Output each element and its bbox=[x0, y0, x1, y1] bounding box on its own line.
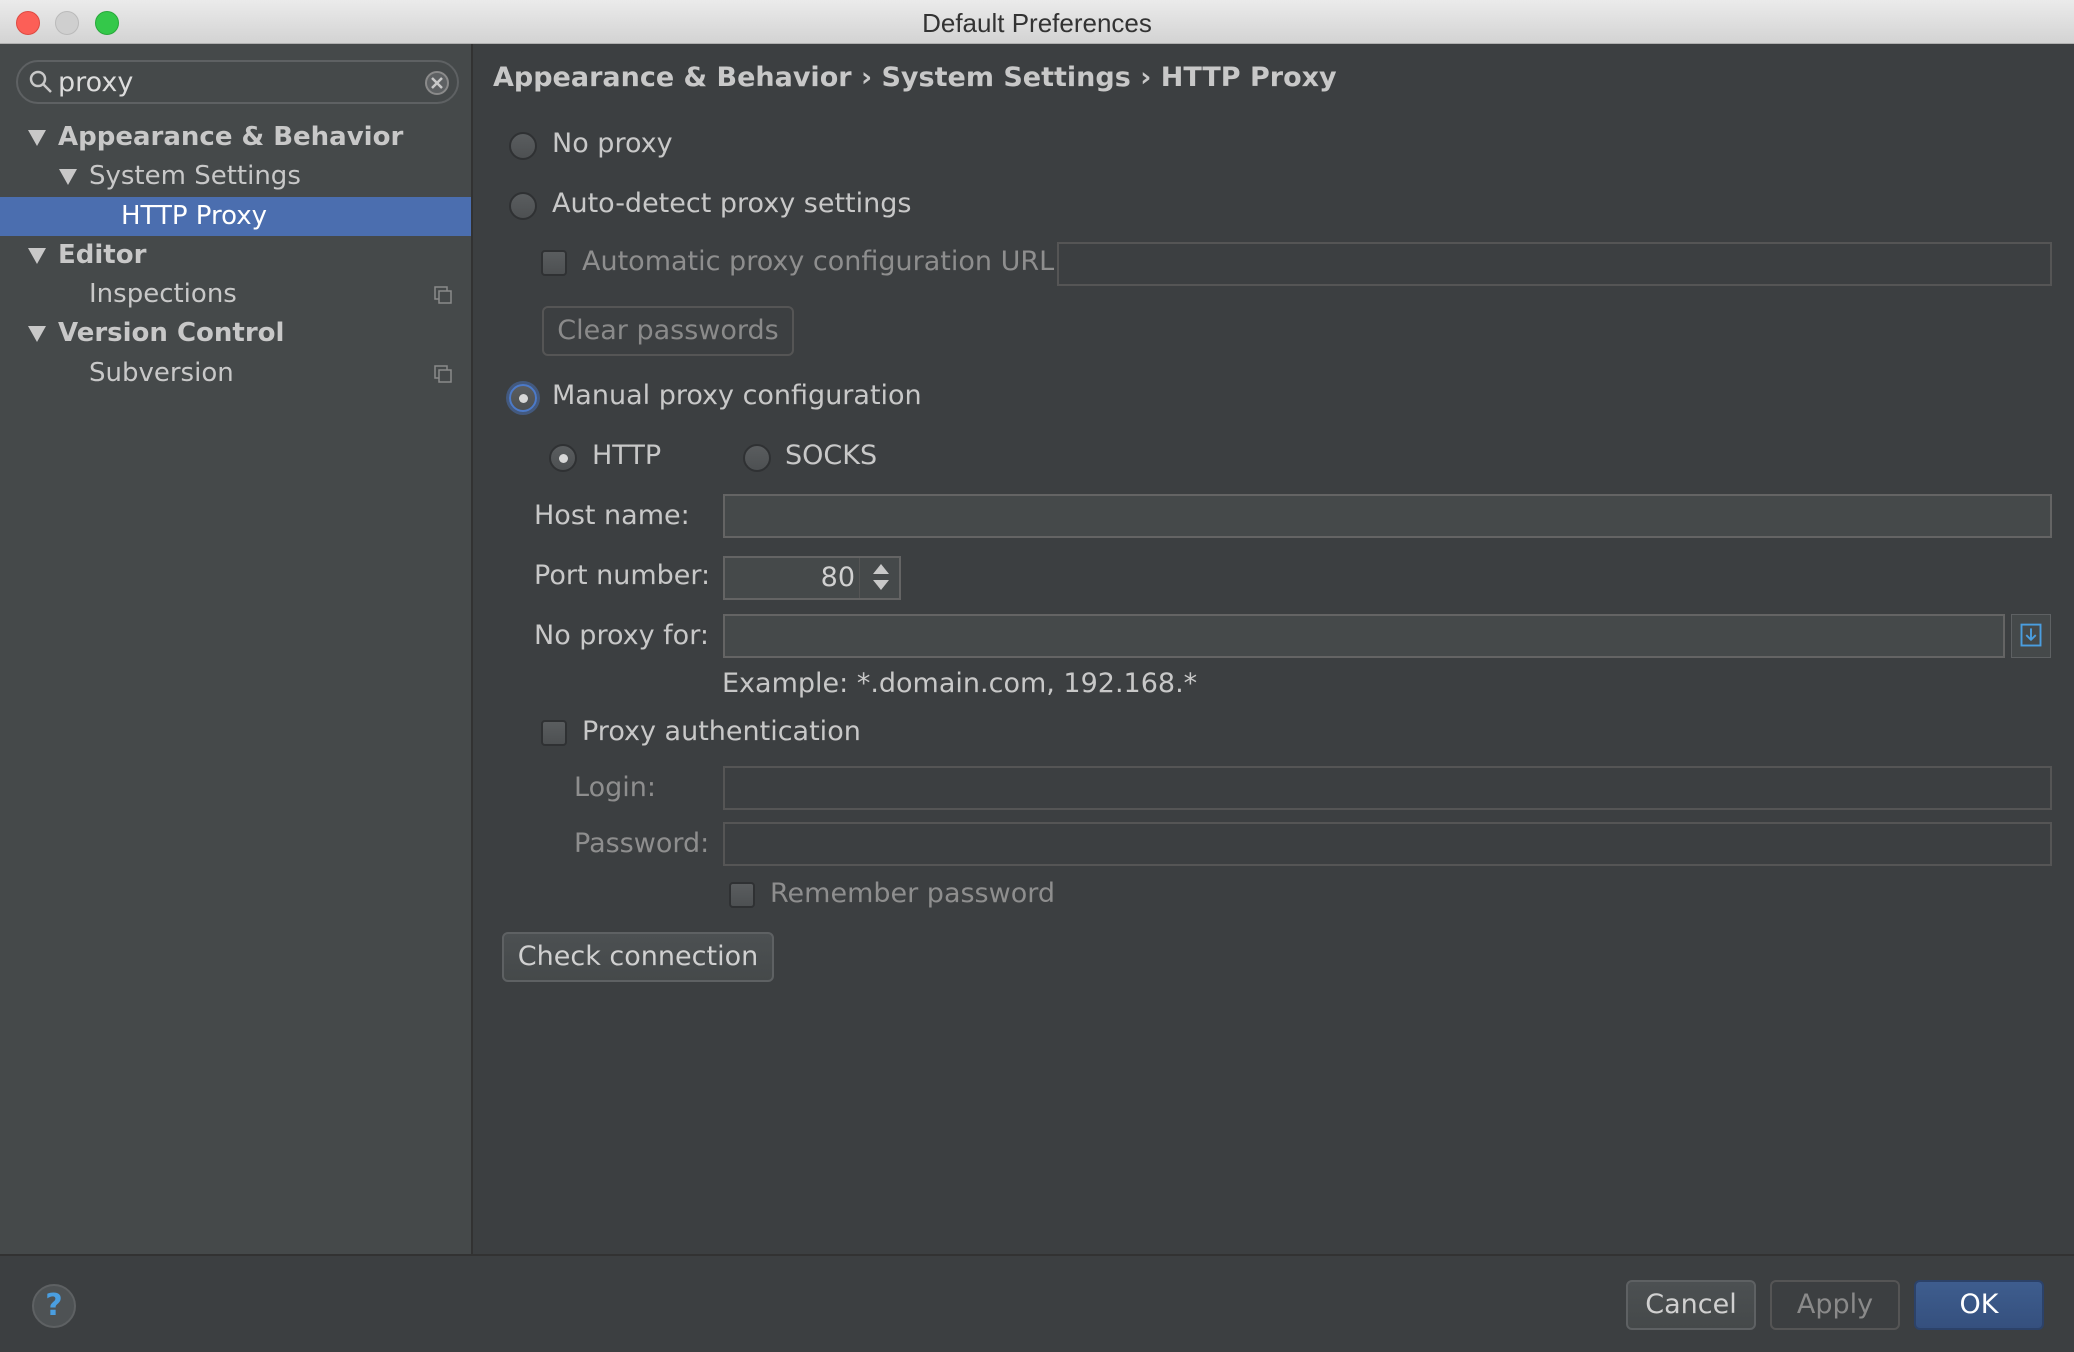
increment-arrow-icon[interactable] bbox=[873, 564, 889, 574]
tree-item-system-settings[interactable]: System Settings bbox=[0, 157, 471, 196]
port-stepper-arrows[interactable] bbox=[859, 558, 899, 598]
http-label: HTTP bbox=[592, 440, 662, 471]
http-radio[interactable] bbox=[549, 444, 577, 472]
expand-arrow-icon[interactable] bbox=[59, 169, 77, 185]
window-title: Default Preferences bbox=[922, 8, 1152, 38]
tree-item-label: Version Control bbox=[58, 318, 285, 348]
clear-search-icon[interactable] bbox=[423, 69, 451, 97]
project-scope-icon bbox=[434, 286, 452, 304]
host-name-field[interactable] bbox=[723, 494, 2052, 538]
decrement-arrow-icon[interactable] bbox=[873, 580, 889, 590]
auto-config-url-label: Automatic proxy configuration URL: bbox=[582, 246, 1064, 277]
expand-arrow-icon[interactable] bbox=[28, 130, 46, 146]
port-number-label: Port number: bbox=[534, 560, 711, 591]
auto-detect-radio[interactable] bbox=[509, 192, 537, 220]
remember-password-checkbox[interactable] bbox=[729, 882, 755, 908]
auto-config-url-field[interactable] bbox=[1057, 242, 2052, 286]
tree-item-label: System Settings bbox=[89, 161, 301, 191]
expand-arrow-icon[interactable] bbox=[28, 326, 46, 342]
tree-item-http-proxy[interactable]: HTTP Proxy bbox=[0, 197, 471, 236]
no-proxy-radio[interactable] bbox=[509, 132, 537, 160]
search-input[interactable] bbox=[58, 66, 418, 98]
login-label: Login: bbox=[574, 772, 656, 803]
tree-item-label: Appearance & Behavior bbox=[58, 122, 404, 152]
socks-radio[interactable] bbox=[743, 444, 771, 472]
check-connection-button[interactable]: Check connection bbox=[502, 932, 774, 982]
tree-item-inspections[interactable]: Inspections bbox=[0, 275, 471, 314]
help-button[interactable]: ? bbox=[32, 1284, 76, 1328]
socks-label: SOCKS bbox=[785, 440, 878, 471]
clear-passwords-button[interactable]: Clear passwords bbox=[542, 306, 794, 356]
tree-item-label: Subversion bbox=[89, 358, 234, 388]
radio-selected-dot bbox=[559, 454, 568, 463]
manual-proxy-radio[interactable] bbox=[509, 384, 537, 412]
dialog-footer: ? Cancel Apply OK bbox=[0, 1254, 2074, 1352]
password-label: Password: bbox=[574, 828, 710, 859]
proxy-auth-label: Proxy authentication bbox=[582, 716, 861, 747]
search-box[interactable] bbox=[16, 60, 459, 104]
auto-config-url-checkbox[interactable] bbox=[541, 250, 567, 276]
tree-item-label: HTTP Proxy bbox=[121, 201, 268, 231]
no-proxy-for-label: No proxy for: bbox=[534, 620, 709, 651]
project-scope-icon bbox=[434, 365, 452, 383]
host-name-label: Host name: bbox=[534, 500, 690, 531]
proxy-auth-checkbox[interactable] bbox=[541, 720, 567, 746]
tree-item-version-control[interactable]: Version Control bbox=[0, 314, 471, 353]
expand-icon bbox=[2020, 623, 2042, 647]
password-field[interactable] bbox=[723, 822, 2052, 866]
no-proxy-label: No proxy bbox=[552, 128, 673, 159]
auto-detect-label: Auto-detect proxy settings bbox=[552, 188, 912, 219]
no-proxy-example: Example: *.domain.com, 192.168.* bbox=[722, 668, 1198, 699]
ok-button[interactable]: OK bbox=[1914, 1280, 2044, 1330]
no-proxy-for-field[interactable] bbox=[723, 614, 2005, 658]
tree-item-label: Inspections bbox=[89, 279, 237, 309]
tree-item-subversion[interactable]: Subversion bbox=[0, 354, 471, 393]
search-icon bbox=[29, 70, 52, 93]
settings-content: Appearance & Behavior › System Settings … bbox=[475, 44, 2074, 1254]
tree-item-editor[interactable]: Editor bbox=[0, 236, 471, 275]
login-field[interactable] bbox=[723, 766, 2052, 810]
apply-button[interactable]: Apply bbox=[1770, 1280, 1900, 1330]
settings-sidebar: Appearance & Behavior System Settings HT… bbox=[0, 44, 473, 1254]
cancel-button[interactable]: Cancel bbox=[1626, 1280, 1756, 1330]
expand-arrow-icon[interactable] bbox=[28, 248, 46, 264]
tree-item-label: Editor bbox=[58, 240, 147, 270]
title-bar: Default Preferences bbox=[0, 0, 2074, 44]
tree-item-appearance-behavior[interactable]: Appearance & Behavior bbox=[0, 118, 471, 157]
radio-selected-dot bbox=[519, 394, 528, 403]
port-number-spinner[interactable]: 80 bbox=[723, 556, 901, 600]
manual-proxy-label: Manual proxy configuration bbox=[552, 380, 922, 411]
remember-password-label: Remember password bbox=[770, 878, 1055, 909]
breadcrumb: Appearance & Behavior › System Settings … bbox=[493, 62, 1337, 93]
expand-field-button[interactable] bbox=[2011, 614, 2051, 658]
port-number-value: 80 bbox=[820, 562, 855, 593]
